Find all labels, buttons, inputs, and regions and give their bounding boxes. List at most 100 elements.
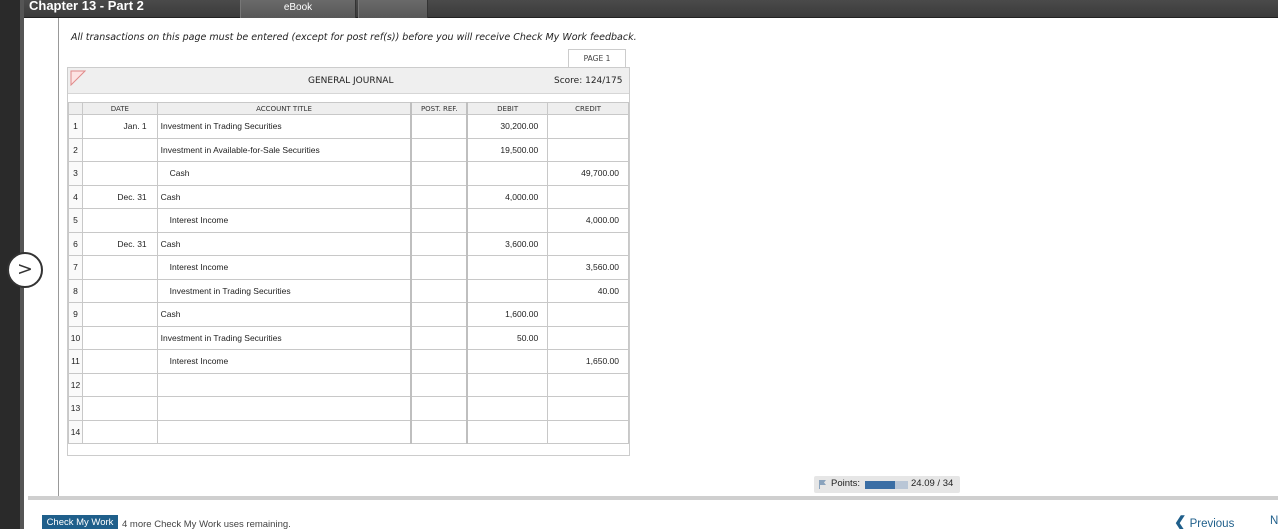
- account-title-cell[interactable]: [156, 396, 412, 421]
- date-cell[interactable]: [81, 419, 158, 444]
- points-progress-fill: [865, 481, 896, 489]
- account-title-cell[interactable]: Investment in Available-for-Sale Securit…: [156, 137, 412, 162]
- check-my-work-button[interactable]: Check My Work: [42, 515, 118, 529]
- row-number: 4: [68, 184, 83, 209]
- debit-cell[interactable]: [466, 208, 549, 233]
- app-window: Chapter 13 - Part 2 eBook All transactio…: [0, 0, 1278, 529]
- date-cell[interactable]: Dec. 31: [81, 184, 158, 209]
- page-tab[interactable]: PAGE 1: [568, 49, 626, 67]
- tab-secondary[interactable]: [358, 0, 428, 18]
- date-cell[interactable]: Jan. 1: [81, 114, 158, 139]
- date-cell[interactable]: [81, 255, 158, 280]
- row-number: 12: [68, 372, 83, 397]
- journal-header: GENERAL JOURNAL Score: 124/175: [68, 68, 629, 94]
- post-ref-header: POST. REF.: [410, 102, 469, 115]
- row-number-header: [68, 102, 83, 115]
- date-cell[interactable]: [81, 137, 158, 162]
- credit-cell[interactable]: 3,560.00: [547, 255, 629, 280]
- row-number: 9: [68, 302, 83, 327]
- credit-cell[interactable]: [547, 114, 629, 139]
- debit-cell[interactable]: [466, 419, 549, 444]
- tab-ebook[interactable]: eBook: [240, 0, 356, 18]
- credit-cell[interactable]: 1,650.00: [547, 349, 629, 374]
- debit-cell[interactable]: 30,200.00: [466, 114, 549, 139]
- account-title-cell[interactable]: Cash: [156, 231, 412, 256]
- post-ref-cell[interactable]: [410, 184, 469, 209]
- footer-divider: [28, 496, 1278, 500]
- date-cell[interactable]: [81, 278, 158, 303]
- account-title-cell[interactable]: Cash: [156, 184, 412, 209]
- post-ref-cell[interactable]: [410, 161, 469, 186]
- debit-cell[interactable]: [466, 349, 549, 374]
- credit-header: CREDIT: [547, 102, 629, 115]
- debit-cell[interactable]: 3,600.00: [466, 231, 549, 256]
- journal-row: 1 Jan. 1 Investment in Trading Securities 3…: [68, 114, 629, 139]
- account-title-cell[interactable]: Interest Income: [156, 255, 412, 280]
- debit-cell[interactable]: [466, 396, 549, 421]
- credit-cell[interactable]: 49,700.00: [547, 161, 629, 186]
- credit-cell[interactable]: [547, 372, 629, 397]
- post-ref-cell[interactable]: [410, 372, 469, 397]
- debit-cell[interactable]: [466, 278, 549, 303]
- date-cell[interactable]: [81, 302, 158, 327]
- date-cell[interactable]: [81, 325, 158, 350]
- account-title-cell[interactable]: [156, 419, 412, 444]
- post-ref-cell[interactable]: [410, 419, 469, 444]
- date-cell[interactable]: Dec. 31: [81, 231, 158, 256]
- post-ref-cell[interactable]: [410, 255, 469, 280]
- account-title-cell[interactable]: Interest Income: [156, 349, 412, 374]
- expand-nav-button[interactable]: >: [7, 252, 43, 288]
- post-ref-cell[interactable]: [410, 231, 469, 256]
- post-ref-cell[interactable]: [410, 114, 469, 139]
- account-title-cell[interactable]: Cash: [156, 161, 412, 186]
- credit-cell[interactable]: [547, 325, 629, 350]
- date-cell[interactable]: [81, 208, 158, 233]
- points-label: Points:: [831, 478, 861, 489]
- row-number: 10: [68, 325, 83, 350]
- debit-cell[interactable]: 4,000.00: [466, 184, 549, 209]
- credit-cell[interactable]: 40.00: [547, 278, 629, 303]
- account-title-cell[interactable]: [156, 372, 412, 397]
- credit-cell[interactable]: [547, 231, 629, 256]
- account-title-cell[interactable]: Investment in Trading Securities: [156, 325, 412, 350]
- debit-cell[interactable]: 1,600.00: [466, 302, 549, 327]
- date-cell[interactable]: [81, 396, 158, 421]
- credit-cell[interactable]: [547, 396, 629, 421]
- next-button[interactable]: N: [1270, 515, 1278, 527]
- score-label: Score: 124/175: [554, 76, 623, 86]
- points-indicator: Points: 24.09 / 34: [814, 476, 960, 493]
- top-bar: Chapter 13 - Part 2 eBook: [24, 0, 1278, 18]
- post-ref-cell[interactable]: [410, 278, 469, 303]
- account-title-cell[interactable]: Interest Income: [156, 208, 412, 233]
- date-cell[interactable]: [81, 161, 158, 186]
- post-ref-cell[interactable]: [410, 349, 469, 374]
- tab-ebook-label: eBook: [283, 2, 313, 13]
- debit-cell[interactable]: 19,500.00: [466, 137, 549, 162]
- post-ref-cell[interactable]: [410, 137, 469, 162]
- credit-cell[interactable]: [547, 184, 629, 209]
- credit-cell[interactable]: [547, 419, 629, 444]
- chevron-left-icon: ❮: [1174, 514, 1187, 529]
- date-cell[interactable]: [81, 372, 158, 397]
- journal-row: 10 Investment in Trading Securities 50.00: [68, 325, 629, 350]
- post-ref-cell[interactable]: [410, 302, 469, 327]
- credit-cell[interactable]: [547, 302, 629, 327]
- debit-cell[interactable]: [466, 372, 549, 397]
- account-title-cell[interactable]: Cash: [156, 302, 412, 327]
- account-title-cell[interactable]: Investment in Trading Securities: [156, 114, 412, 139]
- post-ref-cell[interactable]: [410, 325, 469, 350]
- date-cell[interactable]: [81, 349, 158, 374]
- credit-cell[interactable]: 4,000.00: [547, 208, 629, 233]
- account-title-cell[interactable]: Investment in Trading Securities: [156, 278, 412, 303]
- journal-row: 2 Investment in Available-for-Sale Securi…: [68, 137, 629, 162]
- post-ref-cell[interactable]: [410, 208, 469, 233]
- debit-cell[interactable]: [466, 255, 549, 280]
- credit-cell[interactable]: [547, 137, 629, 162]
- journal-rows: 1 Jan. 1 Investment in Trading Securities 3…: [68, 114, 629, 444]
- previous-button[interactable]: ❮ Previous: [1174, 513, 1234, 529]
- row-number: 7: [68, 255, 83, 280]
- post-ref-cell[interactable]: [410, 396, 469, 421]
- debit-cell[interactable]: [466, 161, 549, 186]
- date-header: DATE: [81, 102, 158, 115]
- debit-cell[interactable]: 50.00: [466, 325, 549, 350]
